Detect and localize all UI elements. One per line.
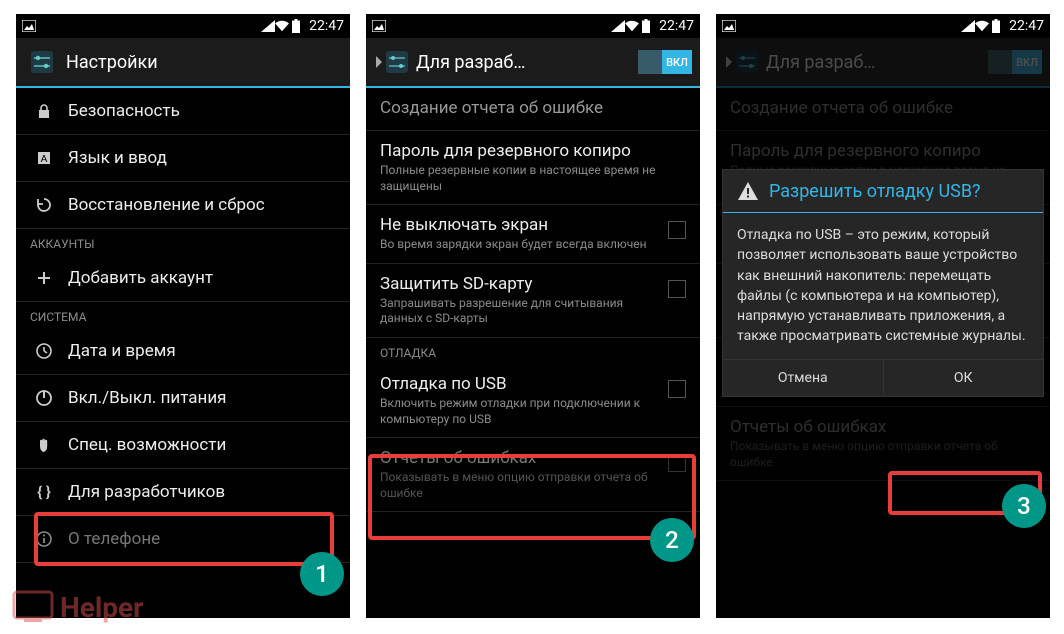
status-bar: 22:47 [16,14,350,38]
developer-options-list[interactable]: Создание отчета об ошибке Пароль для рез… [366,88,700,618]
row-date-time[interactable]: Дата и время [16,328,350,375]
signal-icon [261,19,275,33]
braces-icon: { } [30,483,58,501]
row-label: Вкл./Выкл. питания [68,388,226,408]
row-usb-debugging[interactable]: Отладка по USB Включить режим отладки пр… [366,364,700,438]
row-subtitle: Включить режим отладки при подключении к… [380,396,686,427]
clock: 22:47 [1009,18,1044,34]
row-stay-awake[interactable]: Не выключать экран Во время зарядки экра… [366,205,700,264]
app-bar: Для разраб… ВКЛ [716,38,1050,88]
battery-icon [289,19,303,33]
battery-icon [989,19,1003,33]
status-bar: 22:47 [366,14,700,38]
page-title: Для разраб… [766,52,988,73]
signal-icon [611,19,625,33]
row-backup-password[interactable]: Пароль для резервного копиро Полные резе… [366,131,700,205]
checkbox[interactable] [668,380,686,398]
status-bar: 22:47 [716,14,1050,38]
image-icon [372,19,386,33]
clock: 22:47 [659,18,694,34]
row-about-phone[interactable]: О телефоне [16,516,350,563]
svg-text:A: A [41,154,48,165]
power-icon [30,389,58,407]
row-title: Пароль для резервного копиро [380,141,686,161]
clock-icon [30,342,58,360]
app-bar: Для разраб… ВКЛ [366,38,700,88]
info-icon [30,530,58,548]
hand-icon [30,436,58,454]
settings-list[interactable]: Безопасность A Язык и ввод Восстановлени… [16,88,350,618]
back-icon[interactable] [374,44,410,80]
checkbox[interactable] [668,280,686,298]
row-subtitle: Показывать в меню опцию отправки отчета … [380,470,686,501]
switch-label: ВКЛ [1012,50,1042,74]
image-icon [722,19,736,33]
app-bar: Настройки [16,38,350,88]
ok-button[interactable]: ОК [883,360,1044,396]
language-icon: A [30,150,58,166]
row-backup-reset[interactable]: Восстановление и сброс [16,182,350,229]
row-label: Язык и ввод [68,148,167,168]
row-label: Восстановление и сброс [68,195,265,215]
clock: 22:47 [309,18,344,34]
plus-icon [30,270,58,286]
row-power[interactable]: Вкл./Выкл. питания [16,375,350,422]
row-accessibility[interactable]: Спец. возможности [16,422,350,469]
wifi-icon [275,19,289,33]
phone-screen-1: 22:47 Настройки Безопасность A Язык и вв… [16,14,350,618]
back-icon [724,44,760,80]
row-label: Спец. возможности [68,435,226,455]
row-subtitle: Полные резервные копии в настоящее время… [380,163,686,194]
warning-icon [737,180,759,202]
row-subtitle: Во время зарядки экран будет всегда вклю… [380,237,686,253]
row-label: О телефоне [68,529,160,549]
wifi-icon [625,19,639,33]
battery-icon [639,19,653,33]
row-label: Добавить аккаунт [68,268,213,288]
page-title: Для разраб… [416,52,638,73]
phone-screen-3: 22:47 Для разраб… ВКЛ Создание отчета об… [716,14,1050,618]
row-title: Создание отчета об ошибке [380,98,686,118]
cancel-button[interactable]: Отмена [723,360,883,396]
row-label: Для разработчиков [68,482,225,502]
master-switch[interactable]: ВКЛ [638,50,692,74]
row-security[interactable]: Безопасность [16,88,350,135]
row-developer-options[interactable]: { } Для разработчиков [16,469,350,516]
header-accounts: АККАУНТЫ [16,229,350,255]
checkbox[interactable] [668,454,686,472]
image-icon [22,19,36,33]
restore-icon [30,196,58,214]
dialog-body: Отладка по USB – это режим, который позв… [723,213,1043,359]
row-language-input[interactable]: A Язык и ввод [16,135,350,182]
header-debug: ОТЛАДКА [366,338,700,364]
wifi-icon [975,19,989,33]
header-system: СИСТЕМА [16,302,350,328]
lock-icon [30,103,58,119]
settings-icon [24,44,60,80]
master-switch: ВКЛ [988,50,1042,74]
row-label: Дата и время [68,341,176,361]
row-title: Не выключать экран [380,215,686,235]
row-title: Отладка по USB [380,374,686,394]
row-title: Защитить SD-карту [380,274,686,294]
dialog-title: Разрешить отладку USB? [769,181,981,202]
row-label: Безопасность [68,101,180,121]
switch-label: ВКЛ [662,50,692,74]
row-protect-sdcard[interactable]: Защитить SD-карту Запрашивать разрешение… [366,264,700,338]
row-bug-report[interactable]: Создание отчета об ошибке [366,88,700,131]
signal-icon [961,19,975,33]
page-title: Настройки [66,52,342,73]
phone-screen-2: 22:47 Для разраб… ВКЛ Создание отчета об… [366,14,700,618]
row-error-reports[interactable]: Отчеты об ошибках Показывать в меню опци… [366,438,700,512]
row-title: Отчеты об ошибках [380,448,686,468]
row-add-account[interactable]: Добавить аккаунт [16,255,350,302]
checkbox[interactable] [668,221,686,239]
row-subtitle: Запрашивать разрешение для считывания да… [380,296,686,327]
usb-debug-dialog: Разрешить отладку USB? Отладка по USB – … [722,169,1044,397]
